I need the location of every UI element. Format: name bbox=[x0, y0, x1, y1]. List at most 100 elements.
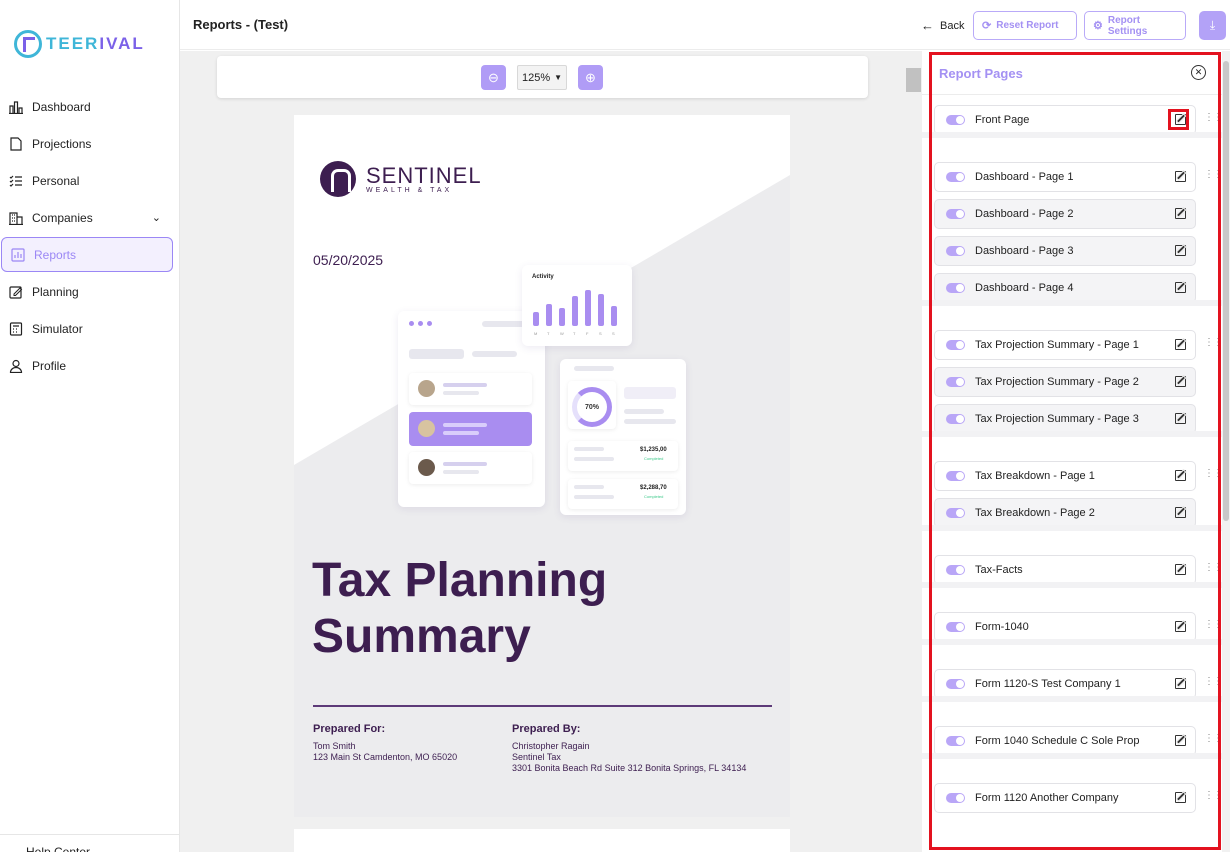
drag-handle-icon[interactable]: ⋮⋮ bbox=[1204, 734, 1223, 744]
report-page-item[interactable]: Form-1040 bbox=[934, 612, 1196, 642]
zoom-select[interactable]: 125% ▼ bbox=[517, 65, 567, 90]
page-enabled-toggle[interactable] bbox=[946, 283, 965, 293]
prepared-by-heading: Prepared By: bbox=[512, 723, 581, 735]
drag-handle-icon[interactable]: ⋮⋮ bbox=[1204, 469, 1223, 479]
edit-icon[interactable] bbox=[1175, 507, 1186, 518]
illustration-activity-card: Activity M T W T F S S bbox=[522, 265, 632, 346]
edit-icon[interactable] bbox=[1175, 735, 1186, 746]
sidebar-item-profile[interactable]: Profile bbox=[0, 347, 179, 384]
report-page-item[interactable]: Tax Projection Summary - Page 1 bbox=[934, 330, 1196, 360]
report-page-item[interactable]: Dashboard - Page 2 bbox=[934, 199, 1196, 229]
sidebar-item-reports[interactable]: Reports bbox=[1, 237, 173, 272]
edit-icon[interactable] bbox=[1175, 171, 1186, 182]
report-settings-button[interactable]: ⚙ Report Settings bbox=[1084, 11, 1186, 40]
report-page-item[interactable]: Tax Breakdown - Page 2 bbox=[934, 498, 1196, 528]
page-enabled-toggle[interactable] bbox=[946, 793, 965, 803]
report-page-next bbox=[294, 829, 790, 852]
edit-icon[interactable] bbox=[1175, 282, 1186, 293]
report-pages-panel: Report Pages ✕ Front Page ⋮⋮ Dashboard - P… bbox=[922, 51, 1223, 852]
preparer-company: Sentinel Tax bbox=[512, 752, 561, 762]
page-enabled-toggle[interactable] bbox=[946, 622, 965, 632]
title-divider bbox=[313, 705, 772, 707]
drag-handle-icon[interactable]: ⋮⋮ bbox=[1204, 620, 1223, 630]
prepared-by: Prepared By: Christopher Ragain Sentinel… bbox=[512, 724, 746, 774]
chevron-down-icon[interactable]: ⌄ bbox=[152, 211, 161, 224]
drag-handle-icon[interactable]: ⋮⋮ bbox=[1204, 677, 1223, 687]
edit-icon[interactable] bbox=[1175, 376, 1186, 387]
page-enabled-toggle[interactable] bbox=[946, 246, 965, 256]
panel-scroll-thumb[interactable] bbox=[1223, 61, 1229, 521]
page-enabled-toggle[interactable] bbox=[946, 565, 965, 575]
drag-handle-icon[interactable]: ⋮⋮ bbox=[1204, 791, 1223, 801]
preview-scroll-thumb[interactable] bbox=[906, 68, 921, 92]
report-page-item[interactable]: Form 1120-S Test Company 1 bbox=[934, 669, 1196, 699]
edit-icon[interactable] bbox=[1175, 245, 1186, 256]
report-page-item[interactable]: Dashboard - Page 4 bbox=[934, 273, 1196, 303]
report-page-item[interactable]: Tax Projection Summary - Page 3 bbox=[934, 404, 1196, 434]
checklist-icon bbox=[8, 173, 24, 189]
page-enabled-toggle[interactable] bbox=[946, 414, 965, 424]
zoom-out-button[interactable]: ⊖ bbox=[481, 65, 506, 90]
panel-scrollbar[interactable] bbox=[1222, 51, 1230, 852]
page-enabled-toggle[interactable] bbox=[946, 736, 965, 746]
report-page-label: Tax Projection Summary - Page 1 bbox=[975, 339, 1139, 351]
report-page-item[interactable]: Form 1120 Another Company bbox=[934, 783, 1196, 813]
preview-scrollbar[interactable] bbox=[905, 66, 922, 852]
page-enabled-toggle[interactable] bbox=[946, 508, 965, 518]
sidebar-item-label: Projections bbox=[32, 136, 92, 151]
drag-handle-icon[interactable]: ⋮⋮ bbox=[1204, 338, 1223, 348]
teerival-logo-icon bbox=[14, 30, 42, 58]
edit-icon[interactable] bbox=[1175, 208, 1186, 219]
amount-2: $2,288,70 bbox=[640, 485, 667, 491]
report-page-label: Form 1120 Another Company bbox=[975, 792, 1119, 804]
close-icon[interactable]: ✕ bbox=[1191, 65, 1206, 80]
page-enabled-toggle[interactable] bbox=[946, 471, 965, 481]
sentinel-subtitle: WEALTH & TAX bbox=[366, 186, 453, 194]
donut-label: 70% bbox=[572, 387, 612, 427]
report-page-item[interactable]: Form 1040 Schedule C Sole Prop bbox=[934, 726, 1196, 756]
report-page-item[interactable]: Dashboard - Page 3 bbox=[934, 236, 1196, 266]
sentinel-logo-icon bbox=[320, 161, 356, 197]
preparer-address: 3301 Bonita Beach Rd Suite 312 Bonita Sp… bbox=[512, 763, 747, 773]
drag-handle-icon[interactable]: ⋮⋮ bbox=[1204, 563, 1223, 573]
page-enabled-toggle[interactable] bbox=[946, 115, 965, 125]
report-title: Tax Planning Summary bbox=[312, 553, 607, 665]
report-page-item[interactable]: Tax-Facts bbox=[934, 555, 1196, 585]
page-enabled-toggle[interactable] bbox=[946, 679, 965, 689]
edit-icon[interactable] bbox=[1175, 339, 1186, 350]
sidebar-item-label: Profile bbox=[32, 358, 67, 373]
report-page-item[interactable]: Tax Breakdown - Page 1 bbox=[934, 461, 1196, 491]
sidebar-item-personal[interactable]: Personal bbox=[0, 162, 179, 199]
edit-icon[interactable] bbox=[1175, 678, 1186, 689]
help-center-link[interactable]: Help Center bbox=[0, 834, 179, 852]
sidebar-item-dashboard[interactable]: Dashboard bbox=[0, 88, 179, 125]
edit-icon[interactable] bbox=[1175, 470, 1186, 481]
sidebar-item-projections[interactable]: Projections bbox=[0, 125, 179, 162]
sidebar-item-simulator[interactable]: Simulator bbox=[0, 310, 179, 347]
teerival-logo[interactable]: TEERIVAL bbox=[14, 30, 145, 58]
download-button[interactable]: ⤓ bbox=[1199, 11, 1226, 40]
sidebar-item-companies[interactable]: Companies ⌄ bbox=[0, 199, 179, 236]
back-button[interactable]: ← Back bbox=[921, 18, 964, 33]
report-page-item[interactable]: Front Page bbox=[934, 105, 1196, 135]
report-page-label: Dashboard - Page 1 bbox=[975, 171, 1074, 183]
edit-icon[interactable] bbox=[1175, 621, 1186, 632]
activity-bar bbox=[559, 308, 565, 326]
page-enabled-toggle[interactable] bbox=[946, 340, 965, 350]
report-page-item[interactable]: Tax Projection Summary - Page 2 bbox=[934, 367, 1196, 397]
activity-day-label: T bbox=[573, 331, 576, 336]
page-enabled-toggle[interactable] bbox=[946, 209, 965, 219]
edit-icon[interactable] bbox=[1175, 792, 1186, 803]
page-enabled-toggle[interactable] bbox=[946, 377, 965, 387]
prepared-for: Prepared For: Tom Smith 123 Main St Camd… bbox=[313, 724, 457, 763]
reset-report-button[interactable]: ⟳ Reset Report bbox=[973, 11, 1077, 40]
drag-handle-icon[interactable]: ⋮⋮ bbox=[1204, 113, 1223, 123]
page-enabled-toggle[interactable] bbox=[946, 172, 965, 182]
edit-icon[interactable] bbox=[1175, 413, 1186, 424]
report-page-item[interactable]: Dashboard - Page 1 bbox=[934, 162, 1196, 192]
edit-icon[interactable] bbox=[1175, 564, 1186, 575]
report-title-line-1: Tax Planning bbox=[312, 554, 608, 607]
sidebar-item-planning[interactable]: Planning bbox=[0, 273, 179, 310]
drag-handle-icon[interactable]: ⋮⋮ bbox=[1204, 170, 1223, 180]
zoom-in-button[interactable]: ⊕ bbox=[578, 65, 603, 90]
